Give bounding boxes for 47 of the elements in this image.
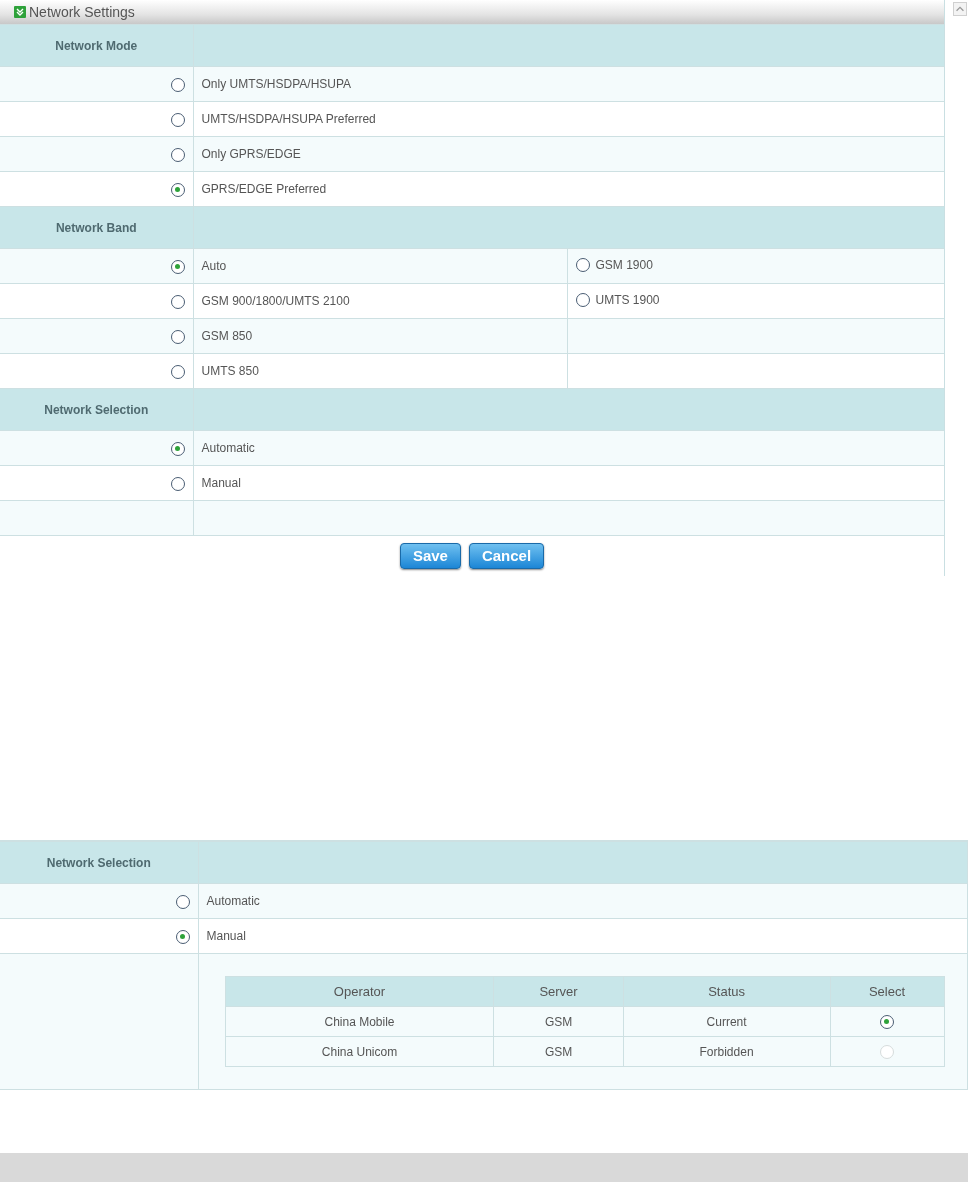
- option-label: GSM 900/1800/UMTS 2100: [201, 294, 350, 308]
- section-heading: Network Mode: [55, 38, 138, 53]
- radio-button[interactable]: [170, 259, 185, 274]
- option-label: GSM 850: [201, 329, 253, 343]
- radio-button[interactable]: [170, 77, 185, 92]
- option-label: Automatic: [206, 894, 260, 908]
- column-header: Select: [830, 976, 944, 1007]
- section-heading: Network Band: [55, 220, 137, 235]
- save-button[interactable]: Save: [399, 542, 461, 569]
- section-heading: Network Selection: [44, 402, 149, 417]
- section-heading: Network Selection: [46, 855, 151, 870]
- radio-button[interactable]: [575, 257, 590, 272]
- option-label: Manual: [206, 929, 246, 943]
- option-label: Auto: [201, 259, 227, 273]
- table-cell: Forbidden: [623, 1036, 830, 1067]
- radio-button[interactable]: [170, 364, 185, 379]
- radio-button[interactable]: [575, 292, 590, 307]
- table-cell: China Mobile: [225, 1006, 494, 1037]
- radio-button[interactable]: [170, 147, 185, 162]
- option-label: UMTS/HSDPA/HSUPA Preferred: [201, 112, 376, 126]
- radio-button[interactable]: [170, 441, 185, 456]
- table-cell: Current: [623, 1006, 830, 1037]
- panel-title: Network Settings: [29, 2, 135, 22]
- table-cell: GSM: [494, 1036, 624, 1067]
- option-label: UMTS 850: [201, 364, 259, 378]
- radio-button[interactable]: [170, 182, 185, 197]
- radio-button[interactable]: [170, 329, 185, 344]
- option-label: Automatic: [201, 441, 255, 455]
- table-cell: GSM: [494, 1006, 624, 1037]
- option-label: Only UMTS/HSDPA/HSUPA: [201, 77, 352, 91]
- option-label: GPRS/EDGE Preferred: [201, 182, 327, 196]
- chevron-down-icon: [14, 6, 26, 18]
- column-header: Operator: [225, 976, 494, 1007]
- option-label: Only GPRS/EDGE: [201, 147, 301, 161]
- option-label: Manual: [201, 476, 241, 490]
- radio-button[interactable]: [175, 894, 190, 909]
- cancel-button[interactable]: Cancel: [468, 542, 545, 569]
- table-cell: China Unicom: [225, 1036, 494, 1067]
- column-header: Status: [623, 976, 830, 1007]
- radio-button[interactable]: [170, 476, 185, 491]
- radio-button[interactable]: [170, 112, 185, 127]
- option-label: GSM 1900: [595, 256, 653, 274]
- radio-button[interactable]: [170, 294, 185, 309]
- radio-button[interactable]: [880, 1015, 894, 1030]
- radio-button[interactable]: [175, 929, 190, 944]
- column-header: Server: [494, 976, 624, 1007]
- option-label: UMTS 1900: [595, 291, 660, 309]
